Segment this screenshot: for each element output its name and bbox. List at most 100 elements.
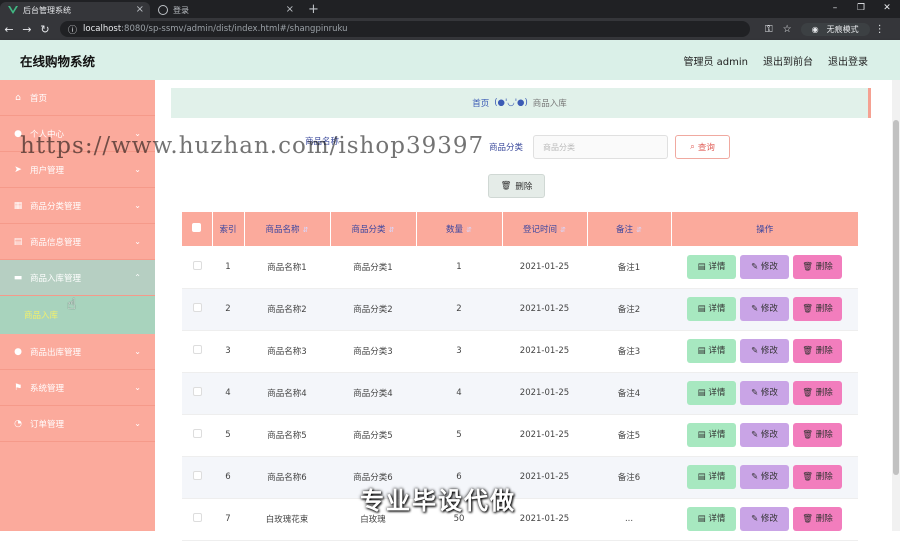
col-name[interactable]: 商品名称 ⇵ <box>244 212 331 246</box>
edit-button[interactable]: ✎ 修改 <box>740 297 789 321</box>
row-checkbox[interactable] <box>192 429 202 438</box>
watermark-text: https://www.huzhan.com/ishop39397 <box>20 133 485 159</box>
sidebar-item-category[interactable]: ▦ 商品分类管理 ⌄ <box>0 188 155 224</box>
scrollbar-thumb[interactable] <box>893 120 899 475</box>
delete-button[interactable]: 🗑 删除 <box>793 297 842 321</box>
sidebar-item-stock-out[interactable]: ● 商品出库管理 ⌄ <box>0 334 155 370</box>
sidebar-item-stock-in[interactable]: ▬ 商品入库管理 ⌃ <box>0 260 155 296</box>
batch-delete-button[interactable]: 🗑 删除 <box>488 174 545 198</box>
cell-quantity: 4 <box>416 372 502 415</box>
chevron-down-icon: ⌄ <box>134 237 141 246</box>
home-icon: ⌂ <box>15 92 21 103</box>
delete-button[interactable]: 🗑 删除 <box>793 254 842 279</box>
col-remark[interactable]: 备注 ⇵ <box>587 212 672 246</box>
row-select-cell[interactable] <box>182 372 212 415</box>
cell-category: 商品分类3 <box>330 330 416 373</box>
back-icon[interactable]: ← <box>0 23 18 36</box>
view-button[interactable]: ▤ 详情 <box>687 339 736 363</box>
row-checkbox[interactable] <box>192 260 202 270</box>
edit-button[interactable]: ✎ 修改 <box>740 465 789 489</box>
pencil-icon: ✎ <box>751 472 761 482</box>
star-icon[interactable]: ☆ <box>783 24 792 35</box>
key-icon[interactable]: ⚿ <box>765 24 773 35</box>
delete-button[interactable]: 🗑 删除 <box>793 507 842 531</box>
category-input[interactable]: 商品分类 <box>533 135 669 159</box>
view-button[interactable]: ▤ 详情 <box>687 381 736 405</box>
close-tab-icon[interactable]: × <box>136 4 144 15</box>
scrollbar[interactable] <box>892 80 900 531</box>
row-select-cell[interactable] <box>182 246 212 289</box>
view-button[interactable]: ▤ 详情 <box>687 423 736 447</box>
edit-button[interactable]: ✎ 修改 <box>740 381 789 405</box>
row-checkbox[interactable] <box>192 387 202 396</box>
flag-icon: ⚑ <box>13 382 23 393</box>
new-tab-icon[interactable]: + <box>300 2 327 18</box>
close-tab-icon[interactable]: × <box>286 4 294 15</box>
edit-label: 修改 <box>760 430 778 440</box>
sort-icon[interactable]: ⇵ <box>303 226 309 234</box>
row-checkbox[interactable] <box>192 345 202 354</box>
sidebar-item-orders[interactable]: ◔ 订单管理 ⌄ <box>0 406 155 442</box>
back-to-front-link[interactable]: 退出到前台 <box>763 53 813 68</box>
window-close-icon[interactable]: ✕ <box>874 0 900 18</box>
select-all-cell[interactable] <box>182 212 213 246</box>
edit-label: 修改 <box>760 261 778 272</box>
logout-link[interactable]: 退出登录 <box>828 53 868 68</box>
col-category[interactable]: 商品分类 ⇵ <box>330 212 417 246</box>
delete-button[interactable]: 🗑 删除 <box>793 381 842 405</box>
delete-button[interactable]: 🗑 删除 <box>793 339 842 363</box>
sidebar-item-system[interactable]: ⚑ 系统管理 ⌄ <box>0 370 155 406</box>
delete-button[interactable]: 🗑 删除 <box>793 423 842 447</box>
view-button[interactable]: ▤ 详情 <box>687 254 736 279</box>
view-button[interactable]: ▤ 详情 <box>687 465 736 489</box>
browser-tab-admin[interactable]: 后台管理系统 × <box>0 2 150 18</box>
edit-button[interactable]: ✎ 修改 <box>740 507 789 531</box>
sidebar-subitem-stock-in[interactable]: 商品入库 <box>0 296 155 334</box>
menu-dots-icon[interactable]: ⋮ <box>875 24 885 35</box>
row-select-cell[interactable] <box>182 288 212 331</box>
row-checkbox[interactable] <box>192 303 202 312</box>
cell-category: 商品分类5 <box>330 414 416 457</box>
sort-icon[interactable]: ⇵ <box>636 226 642 234</box>
cell-remark: ... <box>587 498 671 541</box>
incognito-badge[interactable]: ◉ 无痕模式 <box>800 22 870 36</box>
delete-button[interactable]: 🗑 删除 <box>793 465 842 489</box>
forward-icon[interactable]: → <box>18 23 36 36</box>
row-select-cell[interactable] <box>182 456 212 499</box>
edit-label: 修改 <box>760 514 778 524</box>
reload-icon[interactable]: ↻ <box>36 23 54 36</box>
row-select-cell[interactable] <box>182 414 212 457</box>
info-icon[interactable]: ⓘ <box>68 23 77 36</box>
gauge-icon: ◔ <box>14 418 22 429</box>
sidebar-item-goods[interactable]: ▤ 商品信息管理 ⌄ <box>0 224 155 260</box>
edit-button[interactable]: ✎ 修改 <box>740 339 789 363</box>
row-select-cell[interactable] <box>182 498 212 541</box>
browser-tab-login[interactable]: 登录 × <box>150 2 300 18</box>
restore-icon[interactable]: ❐ <box>848 0 874 18</box>
row-checkbox[interactable] <box>192 471 202 480</box>
view-button[interactable]: ▤ 详情 <box>687 297 736 321</box>
delete-label: 删除 <box>815 430 833 440</box>
minimize-icon[interactable]: – <box>822 0 848 18</box>
select-all-checkbox[interactable] <box>192 223 202 232</box>
query-button[interactable]: ⌕ 查询 <box>675 135 731 159</box>
row-select-cell[interactable] <box>182 330 212 373</box>
view-label: 详情 <box>708 430 726 440</box>
breadcrumb-home[interactable]: 首页 <box>472 97 489 109</box>
col-date[interactable]: 登记时间 ⇵ <box>502 212 588 246</box>
cell-index: 6 <box>212 456 244 499</box>
sidebar-item-label: 订单管理 <box>30 419 65 430</box>
col-quantity[interactable]: 数量 ⇵ <box>416 212 503 246</box>
edit-button[interactable]: ✎ 修改 <box>740 423 789 447</box>
address-bar[interactable]: ⓘ localhost:8080/sp-ssmv/admin/dist/inde… <box>60 21 750 37</box>
view-button[interactable]: ▤ 详情 <box>687 507 736 531</box>
sort-icon[interactable]: ⇵ <box>466 226 472 234</box>
sidebar-item-home[interactable]: ⌂ 首页 <box>0 80 155 116</box>
edit-button[interactable]: ✎ 修改 <box>740 254 789 279</box>
row-checkbox[interactable] <box>192 513 202 522</box>
sort-icon[interactable]: ⇵ <box>389 226 395 234</box>
cell-actions: ▤ 详情 ✎ 修改 🗑 删除 <box>671 246 858 289</box>
cell-remark: 备注5 <box>587 414 671 457</box>
sort-icon[interactable]: ⇵ <box>560 226 566 234</box>
doc-icon: ▤ <box>697 430 709 440</box>
